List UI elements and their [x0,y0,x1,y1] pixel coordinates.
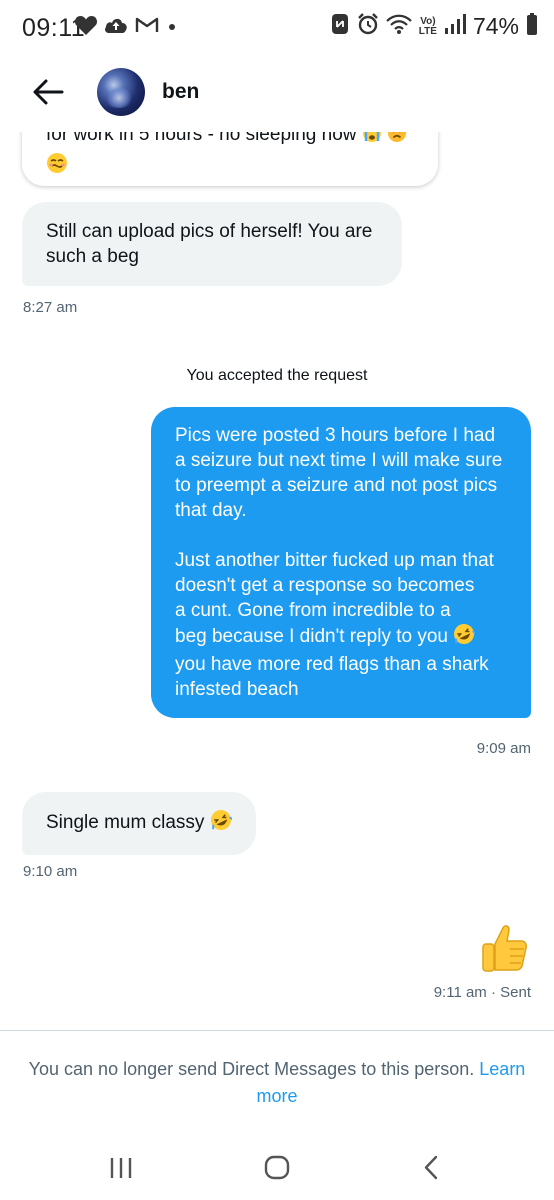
message-text-line: that day. [175,500,247,521]
message-text: Single mum classy [46,812,205,833]
woozy-emoji-icon [46,152,68,181]
message-text-line: doesn't get a response so becomes [175,575,475,596]
message-text-line: such a beg [46,246,139,267]
message-bubble-partial[interactable]: for work in 5 hours - no sleeping now [22,132,438,186]
gmail-icon [134,15,160,40]
signal-icon [444,13,466,40]
sent-emoji-message[interactable] [479,922,529,974]
message-text-line: Pics were posted 3 hours before I had [175,425,496,446]
message-text-line: you have more red flags than a shark [175,654,489,675]
status-right-icons: Vo) LTE 74% [330,12,538,41]
conversation-header: ben [0,54,554,132]
alarm-icon [357,12,379,41]
rofl-emoji-icon [210,809,234,838]
sent-message-bubble[interactable]: Pics were posted 3 hours before I had a … [151,407,531,718]
volte-icon: Vo) LTE [418,15,437,37]
message-text-line: beg because I didn't reply to you [175,626,448,647]
message-thread[interactable]: for work in 5 hours - no sleeping now St… [0,132,554,1030]
message-text-line-with-emoji: beg because I didn't reply to you [175,623,507,652]
request-accepted-note: You accepted the request [186,367,368,384]
recent-apps-button[interactable] [96,1150,146,1184]
message-timestamp: 8:27 am [23,299,78,316]
chevron-left-icon [424,1155,438,1180]
received-message-bubble[interactable]: Single mum classy [22,792,256,855]
message-status: 9:11 am · Sent [433,984,531,1001]
home-icon [264,1155,290,1180]
nfc-icon [330,12,350,41]
recent-apps-icon [110,1158,132,1178]
volte-label: Vo) [420,15,436,27]
frowning-emoji-icon [387,132,407,150]
status-left-icons [74,14,179,41]
home-button[interactable] [252,1150,302,1184]
status-bar: 09:11 Vo) LTE 74% [0,0,554,54]
back-button[interactable] [28,74,68,110]
received-message-bubble[interactable]: Still can upload pics of herself! You ar… [22,202,402,286]
contact-name[interactable]: ben [162,80,199,104]
avatar[interactable] [97,68,145,116]
message-timestamp: 9:10 am [23,863,78,880]
thumbs-up-icon [482,925,527,972]
message-text-line: infested beach [175,679,299,700]
arrow-left-icon [33,79,64,105]
heart-icon [74,14,98,41]
message-text-line: Just another bitter fucked up man that [175,550,494,571]
battery-icon [526,12,538,41]
message-text-line: for work in 5 hours - no sleeping now [46,132,357,145]
dot-icon [165,15,179,40]
message-text-line: Still can upload pics of herself! You ar… [46,221,373,242]
message-timestamp: 9:09 am [476,740,531,757]
wifi-icon [386,13,412,40]
message-text-line: a cunt. Gone from incredible to a [175,600,451,621]
message-text-line: a seizure but next time I will make sure [175,450,503,471]
message-text-line: to preempt a seizure and not post pics [175,475,498,496]
back-nav-button[interactable] [406,1150,456,1184]
message-text: for work in 5 hours - no sleeping now [46,132,407,150]
dm-disabled-notice: You can no longer send Direct Messages t… [20,1056,534,1110]
lte-label: LTE [418,25,437,37]
cloud-upload-icon [103,15,129,40]
crying-emoji-icon [362,132,382,150]
footer-divider [0,1030,554,1031]
dm-disabled-text: You can no longer send Direct Messages t… [28,1059,475,1079]
system-nav-bar [0,1136,554,1200]
rofl-emoji-icon [453,623,477,652]
battery-percent: 74% [472,13,519,39]
